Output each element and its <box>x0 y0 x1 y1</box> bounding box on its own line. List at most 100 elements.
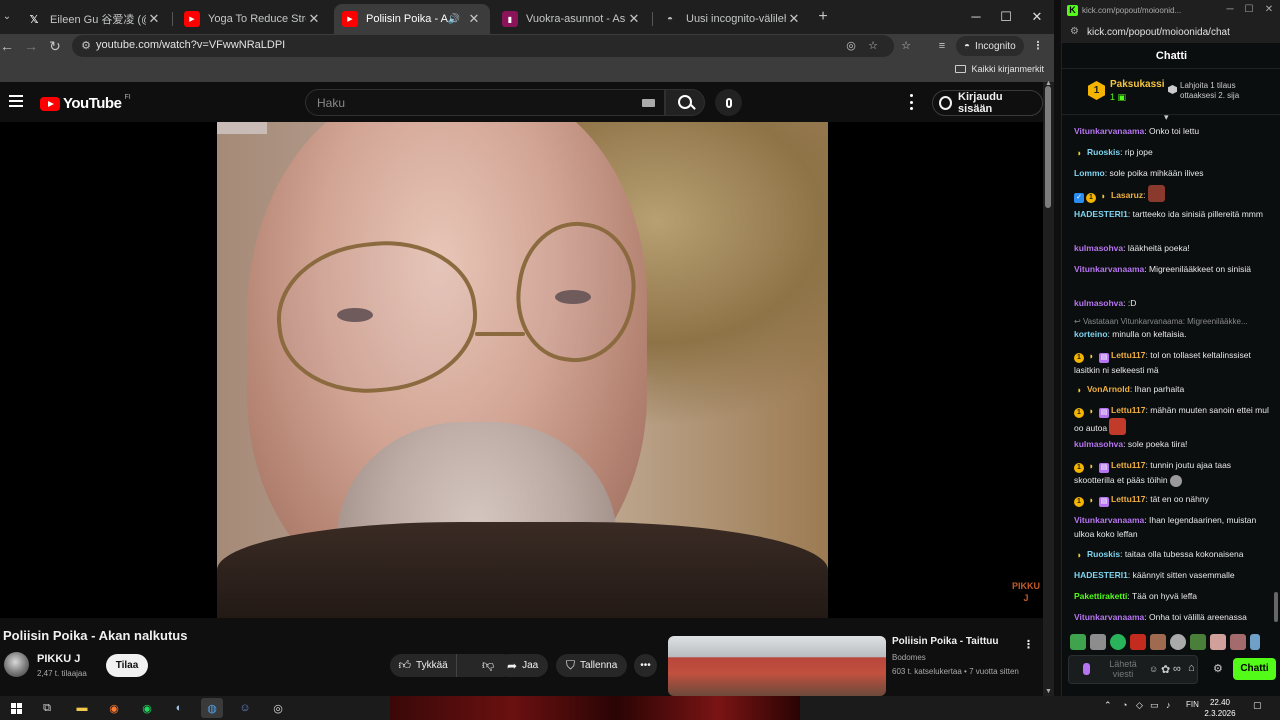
emoji-picker-icon[interactable]: ☺ <box>1149 664 1158 674</box>
start-button[interactable] <box>5 698 27 718</box>
forward-arrow-icon[interactable]: → <box>21 36 41 56</box>
chat-username[interactable]: kulmasohva <box>1074 298 1123 308</box>
address-bar[interactable]: ⚙ youtube.com/watch?v=VFwwNRaLDPI ◎ ☆ <box>72 35 894 57</box>
microphone-icon[interactable] <box>1083 663 1090 675</box>
close-window-icon[interactable]: ✕ <box>1262 4 1276 15</box>
steam-icon[interactable]: ◐ <box>168 698 190 718</box>
system-clock[interactable]: 22.40 2.3.2026 <box>1200 697 1240 719</box>
chat-username[interactable]: kulmasohva <box>1074 243 1123 253</box>
quick-emote[interactable] <box>1230 634 1246 650</box>
menu-hamburger-icon[interactable] <box>9 95 23 107</box>
minimize-icon[interactable]: ─ <box>1223 4 1237 15</box>
eye-slash-icon[interactable]: ◎ <box>843 38 859 54</box>
recommended-video-thumbnail[interactable] <box>668 636 886 696</box>
chat-username[interactable]: Lettu117 <box>1111 350 1146 360</box>
save-button[interactable]: ⛉ Tallenna <box>556 654 628 677</box>
tab-search-chevron-icon[interactable]: ⌄ <box>0 7 14 27</box>
chat-username[interactable]: Lasaruz <box>1111 190 1143 200</box>
chat-username[interactable]: korteino <box>1074 329 1108 339</box>
quick-emote[interactable] <box>1250 634 1260 650</box>
tray-chevron-up-icon[interactable]: ⌃ <box>1104 700 1112 711</box>
like-button[interactable]: 👍︎ Tykkää <box>390 654 458 677</box>
tab-eileen-gu[interactable]: 𝕏 Eileen Gu 谷爱凌 (@GoEileenGu ✕ <box>18 4 170 34</box>
back-arrow-icon[interactable]: ← <box>0 36 17 56</box>
chat-username[interactable]: Ruoskis <box>1087 549 1120 559</box>
chat-username[interactable]: Lettu117 <box>1111 405 1146 415</box>
bookmark-star-icon[interactable]: ☆ <box>865 38 881 54</box>
reply-preview[interactable]: ↩ Vastataan Vitunkarvanaama: Migreenilää… <box>1074 317 1270 326</box>
tab-close-icon[interactable]: ✕ <box>786 11 802 27</box>
chat-username[interactable]: kulmasohva <box>1074 439 1123 449</box>
settings-kebab-icon[interactable] <box>905 94 917 110</box>
quick-emote[interactable] <box>1190 634 1206 650</box>
tab-close-icon[interactable]: ✕ <box>146 11 162 27</box>
chat-username[interactable]: HADESTERI1 <box>1074 570 1128 580</box>
chat-message-input[interactable]: Lähetä viesti ☺ ✿ ∞ <box>1068 655 1198 684</box>
spotify-icon[interactable]: ◉ <box>136 698 158 718</box>
maximize-icon[interactable]: ☐ <box>1242 4 1256 15</box>
channel-name[interactable]: PIKKU J <box>37 653 80 665</box>
store-icon[interactable]: ⌂ <box>1188 662 1195 674</box>
tab-poliisin-poika[interactable]: ▶ Poliisin Poika - Akan nalkut 🔊 ✕ <box>334 4 490 34</box>
tab-vuokra-asunnot[interactable]: ▮ Vuokra-asunnot - Asuntohaku ✕ <box>494 4 650 34</box>
subscribe-button[interactable]: Tilaa <box>106 654 148 677</box>
firefox-icon[interactable]: ◉ <box>103 698 125 718</box>
tab-yoga[interactable]: ▶ Yoga To Reduce Stress | 30 Min ✕ <box>176 4 330 34</box>
tray-app-icon[interactable]: ◔ <box>1122 700 1127 710</box>
chat-username[interactable]: Pakettiraketti <box>1074 591 1127 601</box>
tab-close-icon[interactable]: ✕ <box>466 11 482 27</box>
app-icon[interactable]: ◎ <box>267 698 289 718</box>
input-language[interactable]: FIN <box>1186 700 1199 709</box>
channel-avatar[interactable] <box>4 652 29 677</box>
reload-icon[interactable]: ↻ <box>45 36 65 56</box>
quick-emote[interactable] <box>1210 634 1226 650</box>
site-info-icon[interactable]: ⚙ <box>78 38 94 54</box>
search-button[interactable] <box>665 89 705 116</box>
scroll-down-arrow-icon[interactable]: ▼ <box>1045 688 1052 695</box>
tab-close-icon[interactable]: ✕ <box>306 11 322 27</box>
settings-gear-icon[interactable]: ⚙ <box>1213 662 1223 675</box>
search-input[interactable]: Haku <box>305 89 665 116</box>
chat-username[interactable]: Lommo <box>1074 168 1105 178</box>
chat-username[interactable]: HADESTERI1 <box>1074 209 1128 219</box>
page-scrollbar[interactable]: ▲ ▼ <box>1043 80 1054 696</box>
minimize-icon[interactable]: ─ <box>966 7 986 27</box>
quick-emote[interactable] <box>1170 634 1186 650</box>
chat-username[interactable]: VonArnold <box>1087 384 1130 394</box>
chat-username[interactable]: Ruoskis <box>1087 147 1120 157</box>
send-chat-button[interactable]: Chatti <box>1233 658 1276 680</box>
chat-username[interactable]: Lettu117 <box>1111 460 1146 470</box>
maximize-icon[interactable]: ☐ <box>996 7 1016 27</box>
chat-scrollbar-thumb[interactable] <box>1274 592 1278 622</box>
recommended-video-channel[interactable]: Bodomes <box>892 653 926 662</box>
gift-prompt[interactable]: Lahjoita 1 tilaus ottaaksesi 2. sija <box>1180 81 1239 101</box>
quick-emote[interactable] <box>1110 634 1126 650</box>
chrome-menu-kebab-icon[interactable]: ⋮ <box>1029 37 1047 55</box>
voice-search-button[interactable] <box>715 89 742 116</box>
scrollbar-thumb[interactable] <box>1045 86 1051 208</box>
chat-username[interactable]: Vitunkarvanaama <box>1074 515 1144 525</box>
tab-close-icon[interactable]: ✕ <box>626 11 642 27</box>
recommended-video-title[interactable]: Poliisin Poika - Taittuu <box>892 636 999 647</box>
chat-username[interactable]: Lettu117 <box>1111 494 1146 504</box>
quick-emote[interactable] <box>1130 634 1146 650</box>
sign-in-button[interactable]: Kirjaudu sisään <box>932 90 1043 116</box>
site-info-icon[interactable]: ⚙ <box>1070 26 1079 37</box>
quick-emote[interactable] <box>1090 634 1106 650</box>
recommended-more-kebab-icon[interactable]: ⋮ <box>1023 638 1034 651</box>
keyboard-icon[interactable] <box>642 99 655 107</box>
incognito-badge[interactable]: ◓ Incognito <box>956 36 1024 56</box>
all-bookmarks-button[interactable]: Kaikki kirjanmerkit <box>955 64 1044 74</box>
chat-username[interactable]: Vitunkarvanaama <box>1074 264 1144 274</box>
chat-username[interactable]: Vitunkarvanaama <box>1074 126 1144 136</box>
tab-incognito[interactable]: ◓ Uusi incognito-välilehti ✕ <box>654 4 810 34</box>
new-tab-plus-icon[interactable]: + <box>814 7 832 27</box>
file-explorer-icon[interactable]: ▬ <box>71 698 93 718</box>
chrome-icon[interactable]: ◍ <box>201 698 223 718</box>
chat-username[interactable]: Vitunkarvanaama <box>1074 612 1144 622</box>
gift-sub-icon[interactable]: ✿ <box>1161 663 1170 676</box>
url-text[interactable]: youtube.com/watch?v=VFwwNRaLDPI <box>96 39 285 51</box>
more-actions-button[interactable]: ••• <box>634 654 657 677</box>
audio-playing-icon[interactable]: 🔊 <box>448 14 460 25</box>
youtube-logo[interactable]: YouTube FI <box>40 94 131 112</box>
